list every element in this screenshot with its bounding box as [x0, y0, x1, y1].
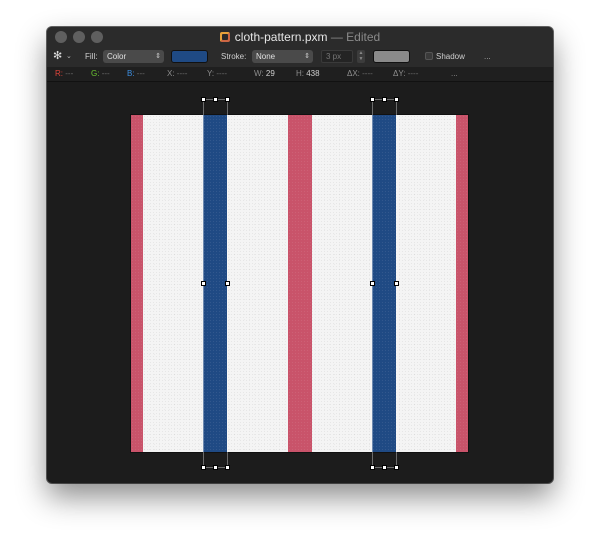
- gear-menu-chevron-icon[interactable]: ⌄: [66, 52, 72, 60]
- info-bar: R: --- G: --- B: --- X: ---- Y: ---- W: …: [47, 67, 553, 82]
- fill-color-well[interactable]: [171, 50, 208, 63]
- x-readout: X: ----: [167, 69, 188, 78]
- height-readout: H: 438: [296, 69, 320, 78]
- blue-readout: B: ---: [127, 69, 145, 78]
- shadow-label: Shadow: [436, 52, 465, 61]
- red-readout: R: ---: [55, 69, 74, 78]
- delta-y-readout: ΔY: ----: [393, 69, 419, 78]
- stroke-type-select[interactable]: None ⇕: [252, 50, 313, 63]
- red-stripe[interactable]: [288, 115, 312, 452]
- gear-icon[interactable]: ✻: [53, 50, 62, 62]
- shape-toolbar: ✻ ⌄ Fill: Color ⇕ Stroke: None ⇕ 3 px ▲ ▼…: [47, 47, 553, 67]
- red-stripe[interactable]: [456, 115, 468, 452]
- document-icon: [219, 32, 230, 42]
- up-down-chevron-icon: ⇕: [155, 53, 161, 60]
- resize-handle-left[interactable]: [201, 281, 206, 286]
- resize-handle-right[interactable]: [225, 281, 230, 286]
- delta-x-readout: ΔX: ----: [347, 69, 373, 78]
- resize-handle-bottom-left[interactable]: [201, 465, 206, 470]
- stroke-width-field[interactable]: 3 px: [321, 50, 353, 63]
- image-canvas[interactable]: [131, 115, 468, 452]
- resize-handle-bottom[interactable]: [382, 465, 387, 470]
- y-readout: Y: ----: [207, 69, 228, 78]
- resize-handle-left[interactable]: [370, 281, 375, 286]
- stroke-color-well[interactable]: [373, 50, 410, 63]
- title-bar[interactable]: cloth-pattern.pxm — Edited: [47, 27, 553, 47]
- resize-handle-top-left[interactable]: [370, 97, 375, 102]
- document-name: cloth-pattern.pxm: [234, 30, 328, 44]
- stroke-label: Stroke:: [221, 52, 247, 61]
- red-stripe[interactable]: [131, 115, 143, 452]
- resize-handle-top[interactable]: [213, 97, 218, 102]
- shadow-checkbox[interactable]: [425, 52, 433, 60]
- resize-handle-bottom[interactable]: [213, 465, 218, 470]
- app-window: cloth-pattern.pxm — Edited ✻ ⌄ Fill: Col…: [47, 27, 553, 483]
- resize-handle-bottom-left[interactable]: [370, 465, 375, 470]
- blue-stripe-selected[interactable]: [203, 115, 227, 452]
- resize-handle-top-right[interactable]: [225, 97, 230, 102]
- fill-type-value: Color: [107, 52, 127, 61]
- resize-handle-top-right[interactable]: [394, 97, 399, 102]
- window-title: cloth-pattern.pxm — Edited: [47, 29, 553, 45]
- resize-handle-bottom-right[interactable]: [394, 465, 399, 470]
- resize-handle-bottom-right[interactable]: [225, 465, 230, 470]
- resize-handle-right[interactable]: [394, 281, 399, 286]
- blue-stripe-selected[interactable]: [372, 115, 396, 452]
- fill-type-select[interactable]: Color ⇕: [103, 50, 164, 63]
- width-readout: W: 29: [254, 69, 275, 78]
- toolbar-more-button[interactable]: ...: [484, 49, 491, 65]
- stroke-width-stepper[interactable]: ▲ ▼: [357, 50, 365, 63]
- resize-handle-top-left[interactable]: [201, 97, 206, 102]
- stroke-type-value: None: [256, 52, 276, 61]
- fill-label: Fill:: [85, 52, 98, 61]
- green-readout: G: ---: [91, 69, 110, 78]
- info-more-button[interactable]: ...: [451, 67, 458, 81]
- edited-indicator: — Edited: [330, 30, 381, 44]
- up-down-chevron-icon: ⇕: [304, 53, 310, 60]
- resize-handle-top[interactable]: [382, 97, 387, 102]
